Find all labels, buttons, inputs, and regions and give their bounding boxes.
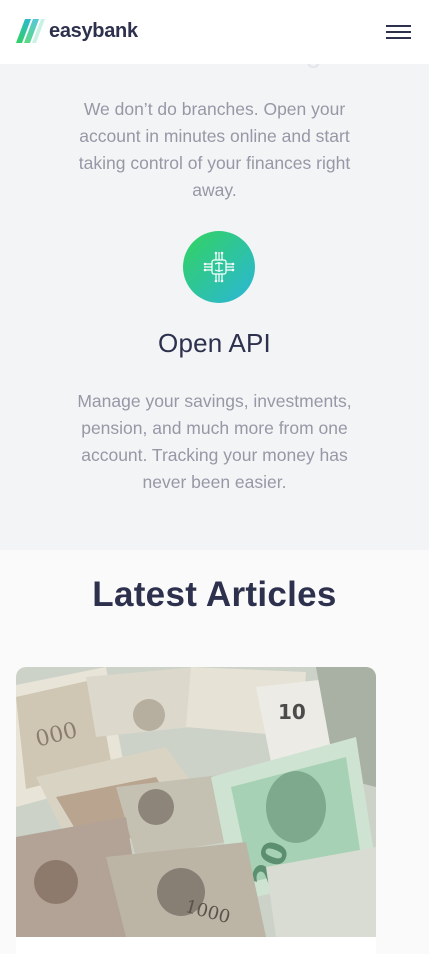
currency-banknotes-photo: 000 10 20 1000 (16, 667, 376, 937)
article-card[interactable]: 000 10 20 1000 (16, 667, 376, 954)
articles-section: Latest Articles 000 10 20 1000 (0, 550, 429, 954)
hamburger-icon (386, 31, 411, 33)
logo-icon (16, 19, 45, 43)
feature-description-onboarding: We don’t do branches. Open your account … (78, 99, 351, 200)
features-section: Fast Onboarding We don’t do branches. Op… (0, 0, 429, 550)
section-title: Latest Articles (92, 575, 337, 614)
menu-button[interactable] (386, 25, 411, 39)
feature-description-api: Manage your savings, investments, pensio… (77, 391, 352, 492)
api-chip-icon (183, 231, 255, 303)
svg-text:10: 10 (278, 700, 306, 724)
logo-text: easybank (49, 19, 138, 42)
logo-link[interactable]: easybank (16, 18, 138, 44)
site-header: easybank (0, 0, 429, 64)
feature-title-api: Open API (158, 328, 271, 358)
hamburger-icon (386, 37, 411, 39)
hamburger-icon (386, 25, 411, 27)
